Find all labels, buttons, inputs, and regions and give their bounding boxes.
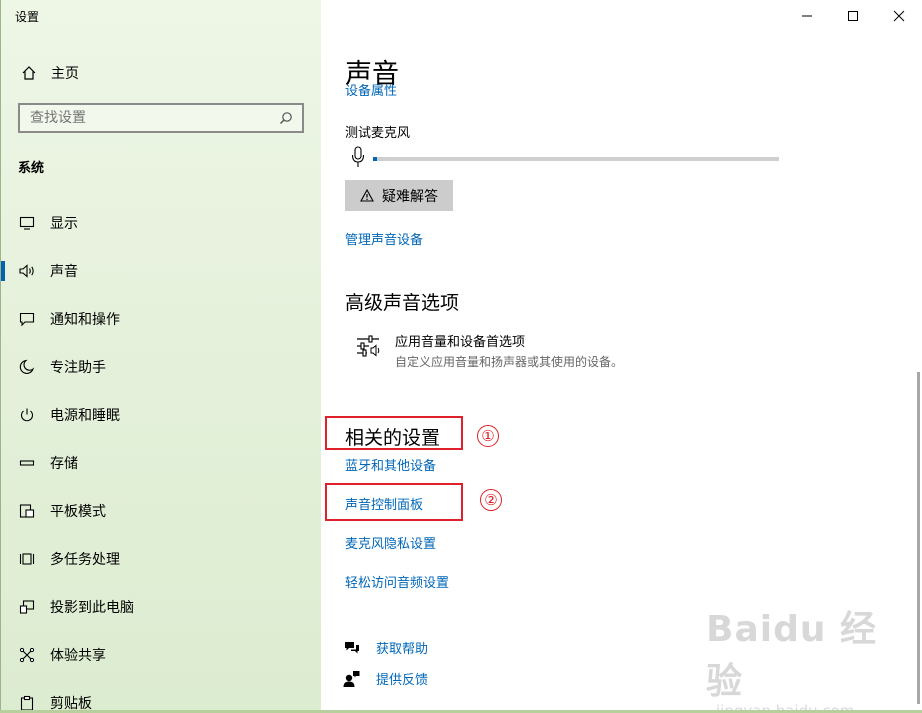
window-controls — [784, 0, 922, 31]
maximize-icon — [848, 10, 858, 21]
project-icon — [17, 597, 37, 617]
sidebar-home[interactable]: 主页 — [19, 62, 79, 84]
microphone-icon — [351, 146, 365, 172]
close-button[interactable] — [876, 0, 922, 31]
sidebar-home-label: 主页 — [51, 66, 79, 82]
speaker-icon — [17, 261, 37, 281]
mic-level-fill — [373, 157, 378, 161]
main-content: 声音 设备属性 测试麦克风 疑难解答 管理声音设备 高级声音选项 应用音量和设备… — [321, 0, 922, 713]
ease-of-access-audio-link[interactable]: 轻松访问音频设置 — [345, 572, 449, 591]
sidebar: 设置 主页 系统 显示 声 — [0, 0, 322, 713]
mic-test-row — [351, 146, 779, 172]
device-properties-link-clipped[interactable]: 设备属性 — [345, 84, 465, 96]
app-volume-title: 应用音量和设备首选项 — [395, 335, 526, 350]
baidu-watermark: Baidu 经验 jingyan.baidu.com — [706, 600, 906, 713]
sidebar-item-label: 体验共享 — [50, 648, 106, 664]
device-properties-link-label: 设备属性 — [345, 84, 398, 96]
minimize-button[interactable] — [784, 0, 830, 31]
sidebar-item-label: 专注助手 — [50, 360, 106, 376]
get-help-link[interactable]: 获取帮助 — [343, 638, 428, 657]
share-icon — [17, 645, 37, 665]
sidebar-item-label: 存储 — [50, 456, 78, 472]
mic-level-meter — [373, 157, 779, 161]
sidebar-nav: 显示 声音 通知和操作 专注助手 电源和睡眠 存储 平板模式 多任务处理 投影到… — [1, 199, 322, 713]
sidebar-item-label: 多任务处理 — [50, 552, 120, 568]
sidebar-item-label: 显示 — [50, 216, 78, 232]
sidebar-item-display[interactable]: 显示 — [1, 199, 322, 247]
display-icon — [17, 213, 37, 233]
storage-icon — [17, 453, 37, 473]
get-help-label: 获取帮助 — [376, 642, 429, 657]
mic-privacy-link[interactable]: 麦克风隐私设置 — [345, 533, 436, 552]
tablet-icon — [17, 501, 37, 521]
manage-sound-devices-link[interactable]: 管理声音设备 — [345, 229, 423, 248]
moon-icon — [17, 357, 37, 377]
search-icon — [278, 110, 294, 126]
give-feedback-link[interactable]: 提供反馈 — [343, 669, 428, 688]
app-volume-description: 自定义应用音量和扬声器或其使用的设备。 — [395, 355, 624, 369]
multitask-icon — [17, 549, 37, 569]
maximize-button[interactable] — [830, 0, 876, 31]
sidebar-item-power[interactable]: 电源和睡眠 — [1, 391, 322, 439]
give-feedback-label: 提供反馈 — [376, 673, 429, 688]
mixer-icon — [355, 333, 383, 361]
sidebar-item-multitasking[interactable]: 多任务处理 — [1, 535, 322, 583]
annotation-box-1 — [325, 416, 463, 450]
feedback-icon — [343, 670, 361, 688]
sidebar-item-label: 投影到此电脑 — [50, 600, 134, 616]
power-icon — [17, 405, 37, 425]
troubleshoot-button[interactable]: 疑难解答 — [345, 180, 453, 211]
sidebar-item-shared-experiences[interactable]: 体验共享 — [1, 631, 322, 679]
search-input[interactable] — [30, 110, 260, 126]
sidebar-item-label: 通知和操作 — [50, 312, 120, 328]
sidebar-item-storage[interactable]: 存储 — [1, 439, 322, 487]
sidebar-item-sound[interactable]: 声音 — [1, 247, 322, 295]
annotation-marker-1: ① — [477, 425, 499, 447]
mic-test-label: 测试麦克风 — [345, 126, 411, 141]
search-box[interactable] — [18, 103, 304, 133]
bluetooth-devices-link[interactable]: 蓝牙和其他设备 — [345, 455, 436, 474]
annotation-box-2 — [325, 483, 463, 521]
sidebar-item-clipboard[interactable]: 剪贴板 — [1, 679, 322, 713]
warning-icon — [360, 189, 374, 202]
settings-window: 设置 主页 系统 显示 声 — [0, 0, 922, 713]
advanced-sound-title: 高级声音选项 — [345, 292, 460, 314]
minimize-icon — [802, 15, 812, 16]
watermark-line1: Baidu 经验 — [706, 609, 878, 702]
sidebar-item-focus-assist[interactable]: 专注助手 — [1, 343, 322, 391]
sidebar-item-label: 平板模式 — [50, 504, 106, 520]
sidebar-item-label: 电源和睡眠 — [50, 408, 120, 424]
sidebar-item-notifications[interactable]: 通知和操作 — [1, 295, 322, 343]
annotation-marker-2: ② — [480, 489, 502, 511]
close-icon — [893, 10, 905, 21]
app-volume-preferences[interactable]: 应用音量和设备首选项 自定义应用音量和扬声器或其使用的设备。 — [355, 331, 623, 370]
sidebar-item-label: 声音 — [50, 264, 78, 280]
window-title: 设置 — [15, 10, 40, 24]
notification-icon — [17, 309, 37, 329]
sidebar-item-tablet-mode[interactable]: 平板模式 — [1, 487, 322, 535]
help-chat-icon — [343, 639, 361, 657]
scrollbar[interactable] — [917, 372, 920, 704]
troubleshoot-label: 疑难解答 — [382, 188, 438, 205]
sidebar-section-label: 系统 — [18, 161, 45, 176]
home-icon — [19, 63, 39, 83]
sidebar-item-project[interactable]: 投影到此电脑 — [1, 583, 322, 631]
